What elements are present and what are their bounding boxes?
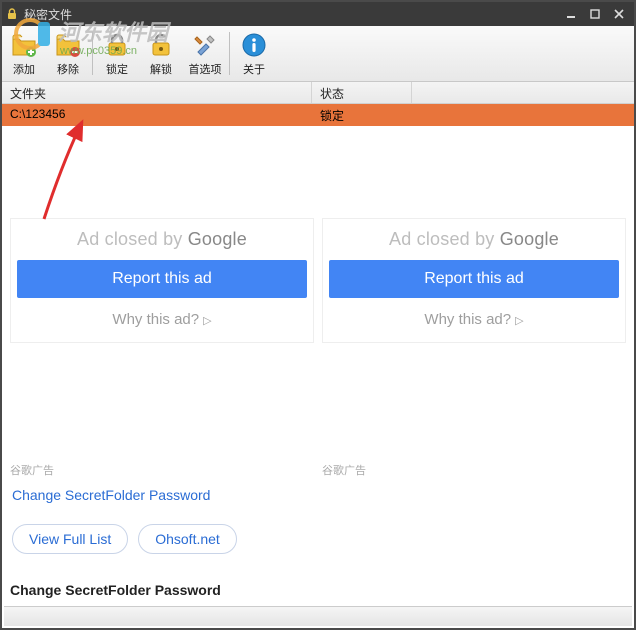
separator: [229, 32, 230, 75]
remove-button[interactable]: 移除: [46, 26, 90, 81]
add-button[interactable]: 添加: [2, 26, 46, 81]
toolbar: 添加 移除 锁定 解锁 首选项 关于: [2, 26, 634, 82]
heading-change-password: Change SecretFolder Password: [10, 582, 221, 598]
separator: [92, 32, 93, 75]
lock-closed-icon: [103, 31, 131, 59]
report-ad-button[interactable]: Report this ad: [17, 260, 307, 298]
adchoices-icon: ▷: [515, 315, 523, 327]
row-status: 锁定: [312, 104, 412, 126]
window-title: 秘密文件: [24, 6, 558, 23]
ads-container: Ad closed by Google Report this ad Why t…: [10, 218, 626, 343]
column-folder[interactable]: 文件夹: [2, 82, 312, 103]
close-button[interactable]: [608, 5, 630, 23]
column-status[interactable]: 状态: [312, 82, 412, 103]
about-label: 关于: [243, 61, 265, 77]
ad-box-left: Ad closed by Google Report this ad Why t…: [10, 218, 314, 343]
adchoices-icon: ▷: [203, 315, 211, 327]
ad-box-right: Ad closed by Google Report this ad Why t…: [322, 218, 626, 343]
add-label: 添加: [13, 61, 35, 77]
status-bar: [4, 606, 632, 626]
google-ads-label: 谷歌广告: [322, 462, 366, 478]
why-this-ad-button[interactable]: Why this ad?▷: [329, 304, 619, 334]
row-path: C:\123456: [2, 104, 312, 126]
google-ads-label: 谷歌广告: [10, 462, 54, 478]
folder-plus-icon: [10, 31, 38, 59]
list-header: 文件夹 状态: [2, 82, 634, 104]
titlebar: 秘密文件: [2, 2, 634, 26]
report-ad-button[interactable]: Report this ad: [329, 260, 619, 298]
pill-row: View Full List Ohsoft.net: [12, 524, 237, 554]
link-change-password[interactable]: Change SecretFolder Password: [12, 487, 210, 503]
table-row[interactable]: C:\123456 锁定: [2, 104, 634, 126]
about-button[interactable]: 关于: [232, 26, 276, 81]
info-icon: [240, 31, 268, 59]
ad-closed-text: Ad closed by Google: [17, 229, 307, 250]
ad-closed-text: Ad closed by Google: [329, 229, 619, 250]
unlock-label: 解锁: [150, 61, 172, 77]
remove-label: 移除: [57, 61, 79, 77]
minimize-button[interactable]: [560, 5, 582, 23]
maximize-button[interactable]: [584, 5, 606, 23]
folder-minus-icon: [54, 31, 82, 59]
lock-button[interactable]: 锁定: [95, 26, 139, 81]
view-full-list-button[interactable]: View Full List: [12, 524, 128, 554]
lock-label: 锁定: [106, 61, 128, 77]
ohsoft-button[interactable]: Ohsoft.net: [138, 524, 237, 554]
unlock-button[interactable]: 解锁: [139, 26, 183, 81]
preferences-label: 首选项: [189, 61, 222, 77]
lock-open-icon: [147, 31, 175, 59]
tools-icon: [191, 31, 219, 59]
preferences-button[interactable]: 首选项: [183, 26, 227, 81]
why-this-ad-button[interactable]: Why this ad?▷: [17, 304, 307, 334]
lock-icon: [6, 8, 18, 20]
